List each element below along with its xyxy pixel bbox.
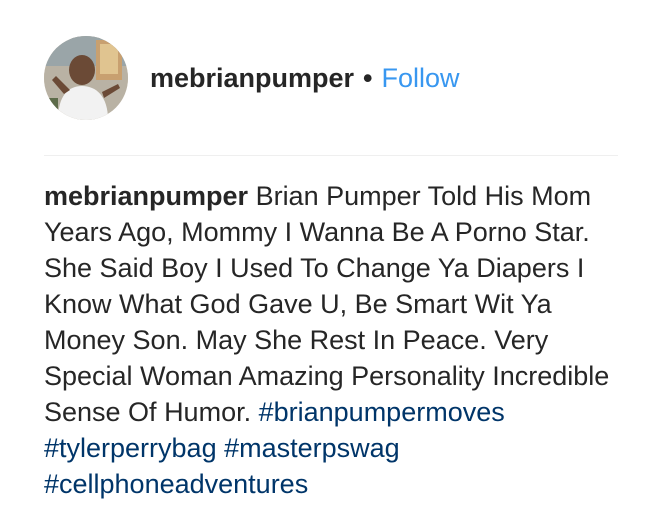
hashtag-link[interactable]: #masterpswag [224, 433, 400, 463]
profile-photo-icon [44, 36, 128, 120]
separator-dot: • [363, 63, 373, 93]
post-caption: mebrianpumper Brian Pumper Told His Mom … [44, 178, 616, 502]
caption-username-link[interactable]: mebrianpumper [44, 181, 248, 211]
user-line: mebrianpumper • Follow [150, 61, 460, 95]
caption-text: Brian Pumper Told His Mom Years Ago, Mom… [44, 181, 610, 427]
divider [44, 155, 618, 156]
follow-button[interactable]: Follow [382, 61, 460, 95]
hashtag-link[interactable]: #tylerperrybag [44, 433, 217, 463]
post-header: mebrianpumper • Follow [44, 36, 460, 120]
instagram-post: mebrianpumper • Follow mebrianpumper Bri… [0, 0, 660, 508]
avatar[interactable] [44, 36, 128, 120]
username-link[interactable]: mebrianpumper [150, 61, 354, 95]
hashtag-link[interactable]: #brianpumpermoves [259, 397, 505, 427]
hashtag-link[interactable]: #cellphoneadventures [44, 469, 308, 499]
